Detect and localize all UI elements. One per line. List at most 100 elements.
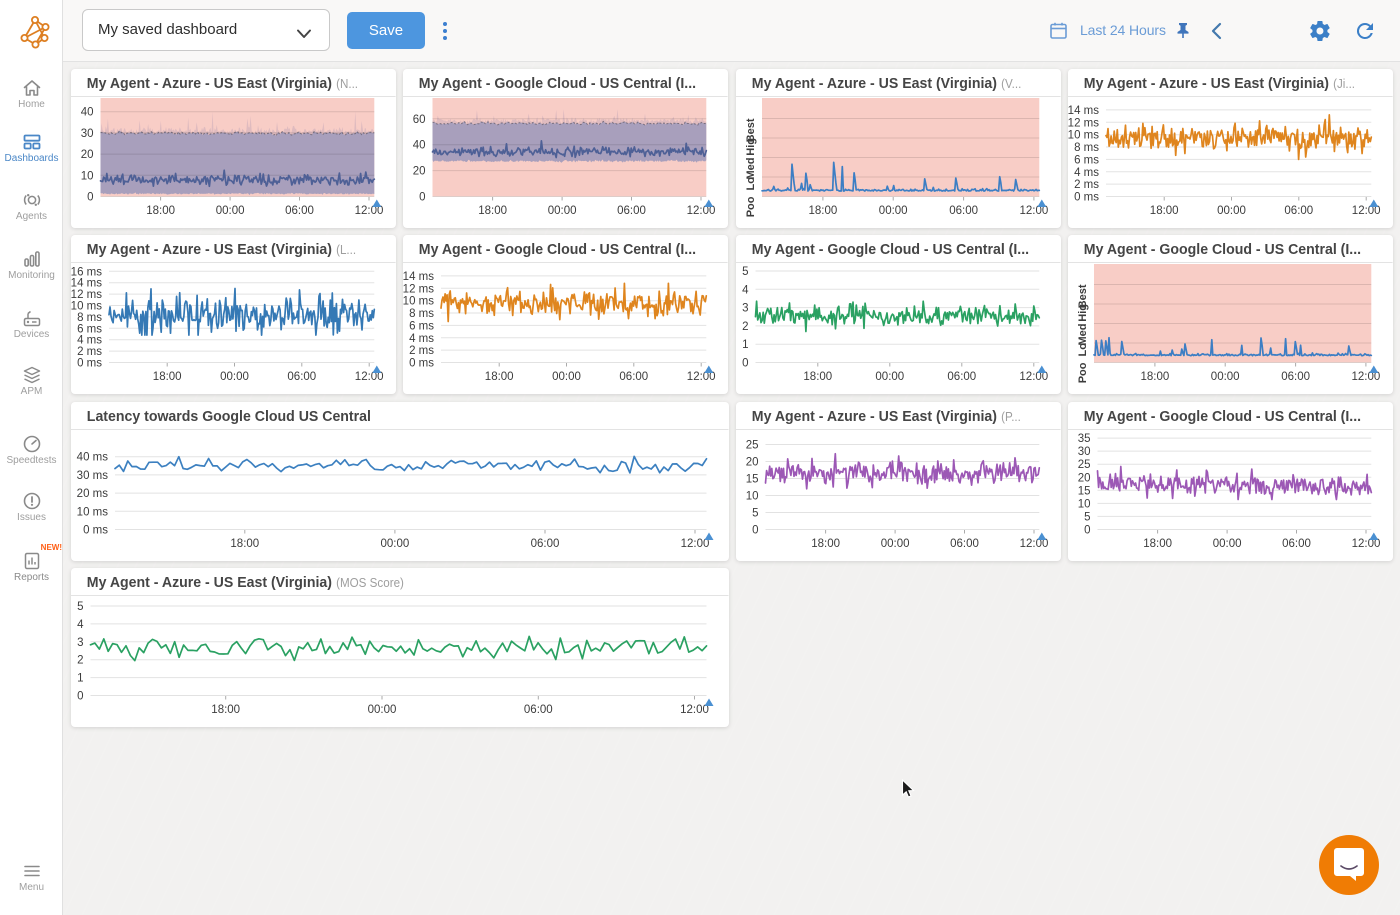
svg-text:18:00: 18:00 <box>479 205 508 217</box>
svg-text:18:00: 18:00 <box>1150 205 1179 217</box>
svg-text:8 ms: 8 ms <box>77 312 102 324</box>
svg-text:06:00: 06:00 <box>287 371 316 383</box>
svg-text:Best: Best <box>745 118 757 142</box>
svg-text:4 ms: 4 ms <box>409 333 434 345</box>
svg-text:25: 25 <box>745 439 758 451</box>
svg-text:18:00: 18:00 <box>146 205 175 217</box>
svg-text:2: 2 <box>742 321 748 333</box>
svg-text:06:00: 06:00 <box>620 371 649 383</box>
svg-text:60: 60 <box>413 114 426 126</box>
svg-text:00:00: 00:00 <box>1211 371 1240 383</box>
svg-text:00:00: 00:00 <box>368 704 397 716</box>
svg-text:18:00: 18:00 <box>1140 371 1169 383</box>
svg-text:Poo: Poo <box>745 196 757 217</box>
svg-text:20: 20 <box>1078 472 1091 484</box>
svg-text:06:00: 06:00 <box>947 371 976 383</box>
svg-text:10 ms: 10 ms <box>1068 130 1099 142</box>
svg-text:30 ms: 30 ms <box>77 469 109 481</box>
svg-text:4: 4 <box>742 285 749 297</box>
svg-text:18:00: 18:00 <box>811 538 840 550</box>
svg-text:5: 5 <box>77 601 83 613</box>
svg-text:2 ms: 2 ms <box>1074 179 1099 191</box>
svg-text:4 ms: 4 ms <box>1074 167 1099 179</box>
svg-text:10 ms: 10 ms <box>77 506 109 518</box>
svg-text:20: 20 <box>745 456 758 468</box>
svg-text:06:00: 06:00 <box>1281 371 1310 383</box>
svg-text:00:00: 00:00 <box>552 371 581 383</box>
svg-text:06:00: 06:00 <box>949 205 978 217</box>
svg-text:0 ms: 0 ms <box>83 524 108 536</box>
svg-text:20 ms: 20 ms <box>77 488 109 500</box>
svg-text:00:00: 00:00 <box>875 371 904 383</box>
svg-text:10: 10 <box>1078 498 1091 510</box>
svg-text:15: 15 <box>1078 485 1091 497</box>
svg-text:6 ms: 6 ms <box>1074 154 1099 166</box>
svg-text:8 ms: 8 ms <box>1074 142 1099 154</box>
svg-text:10: 10 <box>745 490 758 502</box>
svg-text:0: 0 <box>1084 524 1090 536</box>
svg-text:00:00: 00:00 <box>1213 538 1242 550</box>
svg-text:12 ms: 12 ms <box>71 289 102 301</box>
svg-text:2 ms: 2 ms <box>409 345 434 357</box>
svg-text:14 ms: 14 ms <box>1068 105 1099 117</box>
svg-text:Med: Med <box>1077 324 1089 346</box>
svg-text:18:00: 18:00 <box>153 371 182 383</box>
svg-text:5: 5 <box>752 507 758 519</box>
svg-text:3: 3 <box>742 303 748 315</box>
svg-text:18:00: 18:00 <box>803 371 832 383</box>
svg-text:0 ms: 0 ms <box>409 358 434 370</box>
svg-text:30: 30 <box>1078 446 1091 458</box>
svg-text:0 ms: 0 ms <box>1074 192 1099 204</box>
svg-text:12:00: 12:00 <box>680 704 709 716</box>
svg-text:4: 4 <box>77 619 84 631</box>
svg-text:0: 0 <box>752 524 758 536</box>
svg-text:0 ms: 0 ms <box>77 358 102 370</box>
svg-text:2: 2 <box>77 655 83 667</box>
svg-text:00:00: 00:00 <box>878 205 907 217</box>
svg-text:Best: Best <box>1077 284 1089 308</box>
svg-text:18:00: 18:00 <box>485 371 514 383</box>
svg-text:5: 5 <box>742 266 748 278</box>
svg-text:06:00: 06:00 <box>524 704 553 716</box>
svg-text:0: 0 <box>77 690 83 702</box>
svg-text:6 ms: 6 ms <box>77 324 102 336</box>
svg-text:0: 0 <box>419 192 425 204</box>
svg-text:5: 5 <box>1084 511 1090 523</box>
svg-text:10 ms: 10 ms <box>403 296 434 308</box>
svg-text:15: 15 <box>745 473 758 485</box>
svg-text:10 ms: 10 ms <box>71 301 102 313</box>
svg-text:18:00: 18:00 <box>808 205 837 217</box>
svg-text:18:00: 18:00 <box>230 538 259 550</box>
svg-text:06:00: 06:00 <box>1282 538 1311 550</box>
svg-text:40: 40 <box>81 107 94 119</box>
svg-text:35: 35 <box>1078 433 1091 445</box>
svg-text:00:00: 00:00 <box>220 371 249 383</box>
svg-text:4 ms: 4 ms <box>77 335 102 347</box>
svg-text:3: 3 <box>77 637 83 649</box>
svg-text:14 ms: 14 ms <box>71 278 102 290</box>
svg-text:00:00: 00:00 <box>1217 205 1246 217</box>
svg-text:20: 20 <box>81 149 94 161</box>
svg-text:16 ms: 16 ms <box>71 267 102 279</box>
svg-text:00:00: 00:00 <box>381 538 410 550</box>
svg-text:Poo: Poo <box>1077 363 1089 384</box>
svg-text:0: 0 <box>742 358 748 370</box>
svg-text:06:00: 06:00 <box>617 205 646 217</box>
svg-text:Med: Med <box>745 158 757 180</box>
svg-text:2 ms: 2 ms <box>77 346 102 358</box>
svg-text:40 ms: 40 ms <box>77 451 109 463</box>
svg-text:18:00: 18:00 <box>211 704 240 716</box>
svg-text:12 ms: 12 ms <box>1068 117 1099 129</box>
svg-text:1: 1 <box>77 672 83 684</box>
svg-text:20: 20 <box>413 166 426 178</box>
svg-text:6 ms: 6 ms <box>409 321 434 333</box>
svg-text:8 ms: 8 ms <box>409 308 434 320</box>
svg-text:06:00: 06:00 <box>1284 205 1313 217</box>
svg-text:14 ms: 14 ms <box>403 271 434 283</box>
svg-text:1: 1 <box>742 339 748 351</box>
svg-text:06:00: 06:00 <box>531 538 560 550</box>
svg-text:00:00: 00:00 <box>548 205 577 217</box>
svg-text:12 ms: 12 ms <box>403 284 434 296</box>
svg-text:10: 10 <box>81 170 94 182</box>
svg-text:06:00: 06:00 <box>285 205 314 217</box>
